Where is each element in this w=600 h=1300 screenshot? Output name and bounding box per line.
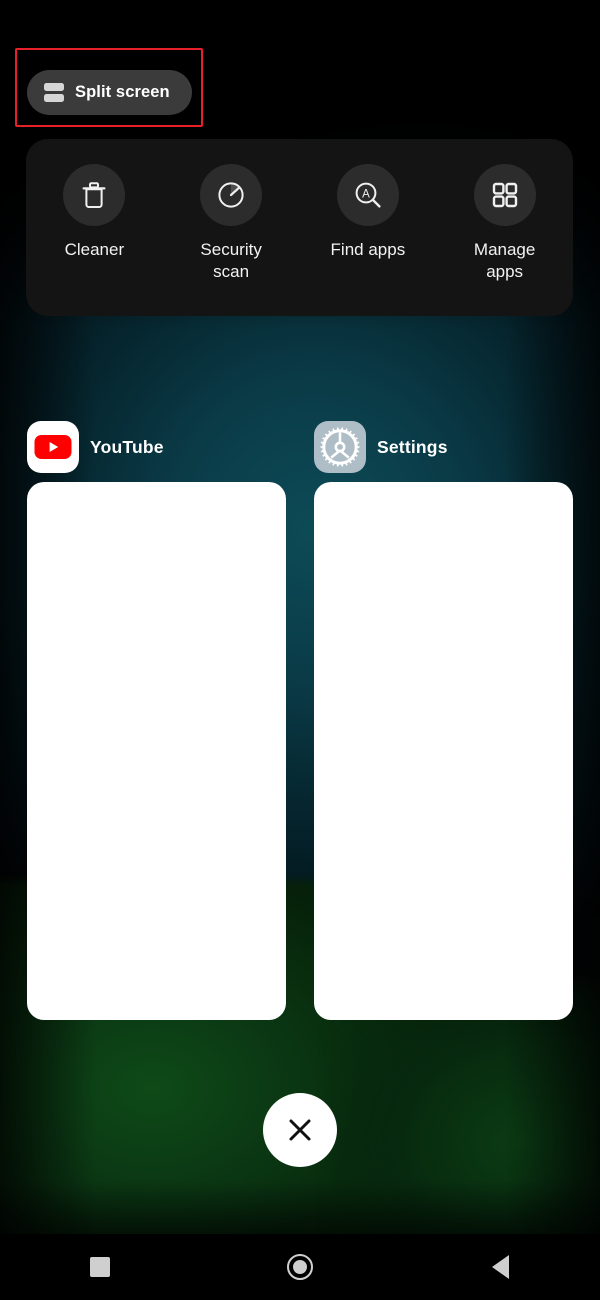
- quick-action-security-scan-label: Security scan: [200, 240, 262, 281]
- split-screen-icon-bottom-bar: [44, 94, 64, 102]
- task-youtube[interactable]: YouTube: [27, 420, 286, 1020]
- trash-icon: [82, 182, 106, 208]
- settings-gear-icon: [314, 421, 366, 473]
- cleaner-icon-circle: [63, 164, 126, 226]
- close-all-button[interactable]: [263, 1093, 337, 1167]
- square-icon: [90, 1257, 110, 1277]
- gauge-icon: [218, 182, 244, 208]
- svg-text:A: A: [362, 189, 370, 201]
- quick-action-find-apps[interactable]: A Find apps: [300, 164, 437, 261]
- android-recents-screen: Split screen Cleaner Security scan A Fin…: [0, 0, 600, 1300]
- task-settings-title: Settings: [377, 436, 448, 457]
- split-screen-icon-top-bar: [44, 83, 64, 91]
- quick-action-manage-apps[interactable]: Manage apps: [436, 164, 573, 283]
- task-youtube-title: YouTube: [90, 436, 164, 457]
- manage-apps-icon-circle: [473, 164, 536, 226]
- quick-action-find-apps-label: Find apps: [330, 240, 406, 259]
- search-a-icon: A: [355, 182, 381, 208]
- close-icon: [289, 1119, 311, 1141]
- split-screen-chip[interactable]: Split screen: [27, 70, 192, 115]
- split-screen-label: Split screen: [75, 83, 170, 101]
- nav-recents-button[interactable]: [55, 1239, 145, 1295]
- task-youtube-header: YouTube: [27, 420, 286, 474]
- youtube-icon: [27, 421, 79, 473]
- security-scan-icon-circle: [200, 164, 263, 226]
- nav-back-button[interactable]: [455, 1239, 545, 1295]
- triangle-left-icon: [491, 1255, 509, 1279]
- task-settings-header: Settings: [314, 420, 573, 474]
- navigation-bar: [0, 1234, 600, 1300]
- quick-action-cleaner-label: Cleaner: [64, 240, 125, 259]
- split-screen-icon: [44, 83, 64, 102]
- task-youtube-preview[interactable]: [27, 482, 286, 1020]
- nav-home-button[interactable]: [255, 1239, 345, 1295]
- task-settings-preview[interactable]: [314, 482, 573, 1020]
- task-settings[interactable]: Settings: [314, 420, 573, 1020]
- grid-apps-icon: [492, 182, 517, 208]
- quick-action-cleaner[interactable]: Cleaner: [26, 164, 163, 261]
- quick-actions-panel: Cleaner Security scan A Find apps Manage…: [26, 139, 573, 316]
- quick-action-manage-apps-label: Manage apps: [473, 240, 536, 281]
- find-apps-icon-circle: A: [336, 164, 399, 226]
- circle-icon: [287, 1254, 313, 1280]
- quick-action-security-scan[interactable]: Security scan: [163, 164, 300, 283]
